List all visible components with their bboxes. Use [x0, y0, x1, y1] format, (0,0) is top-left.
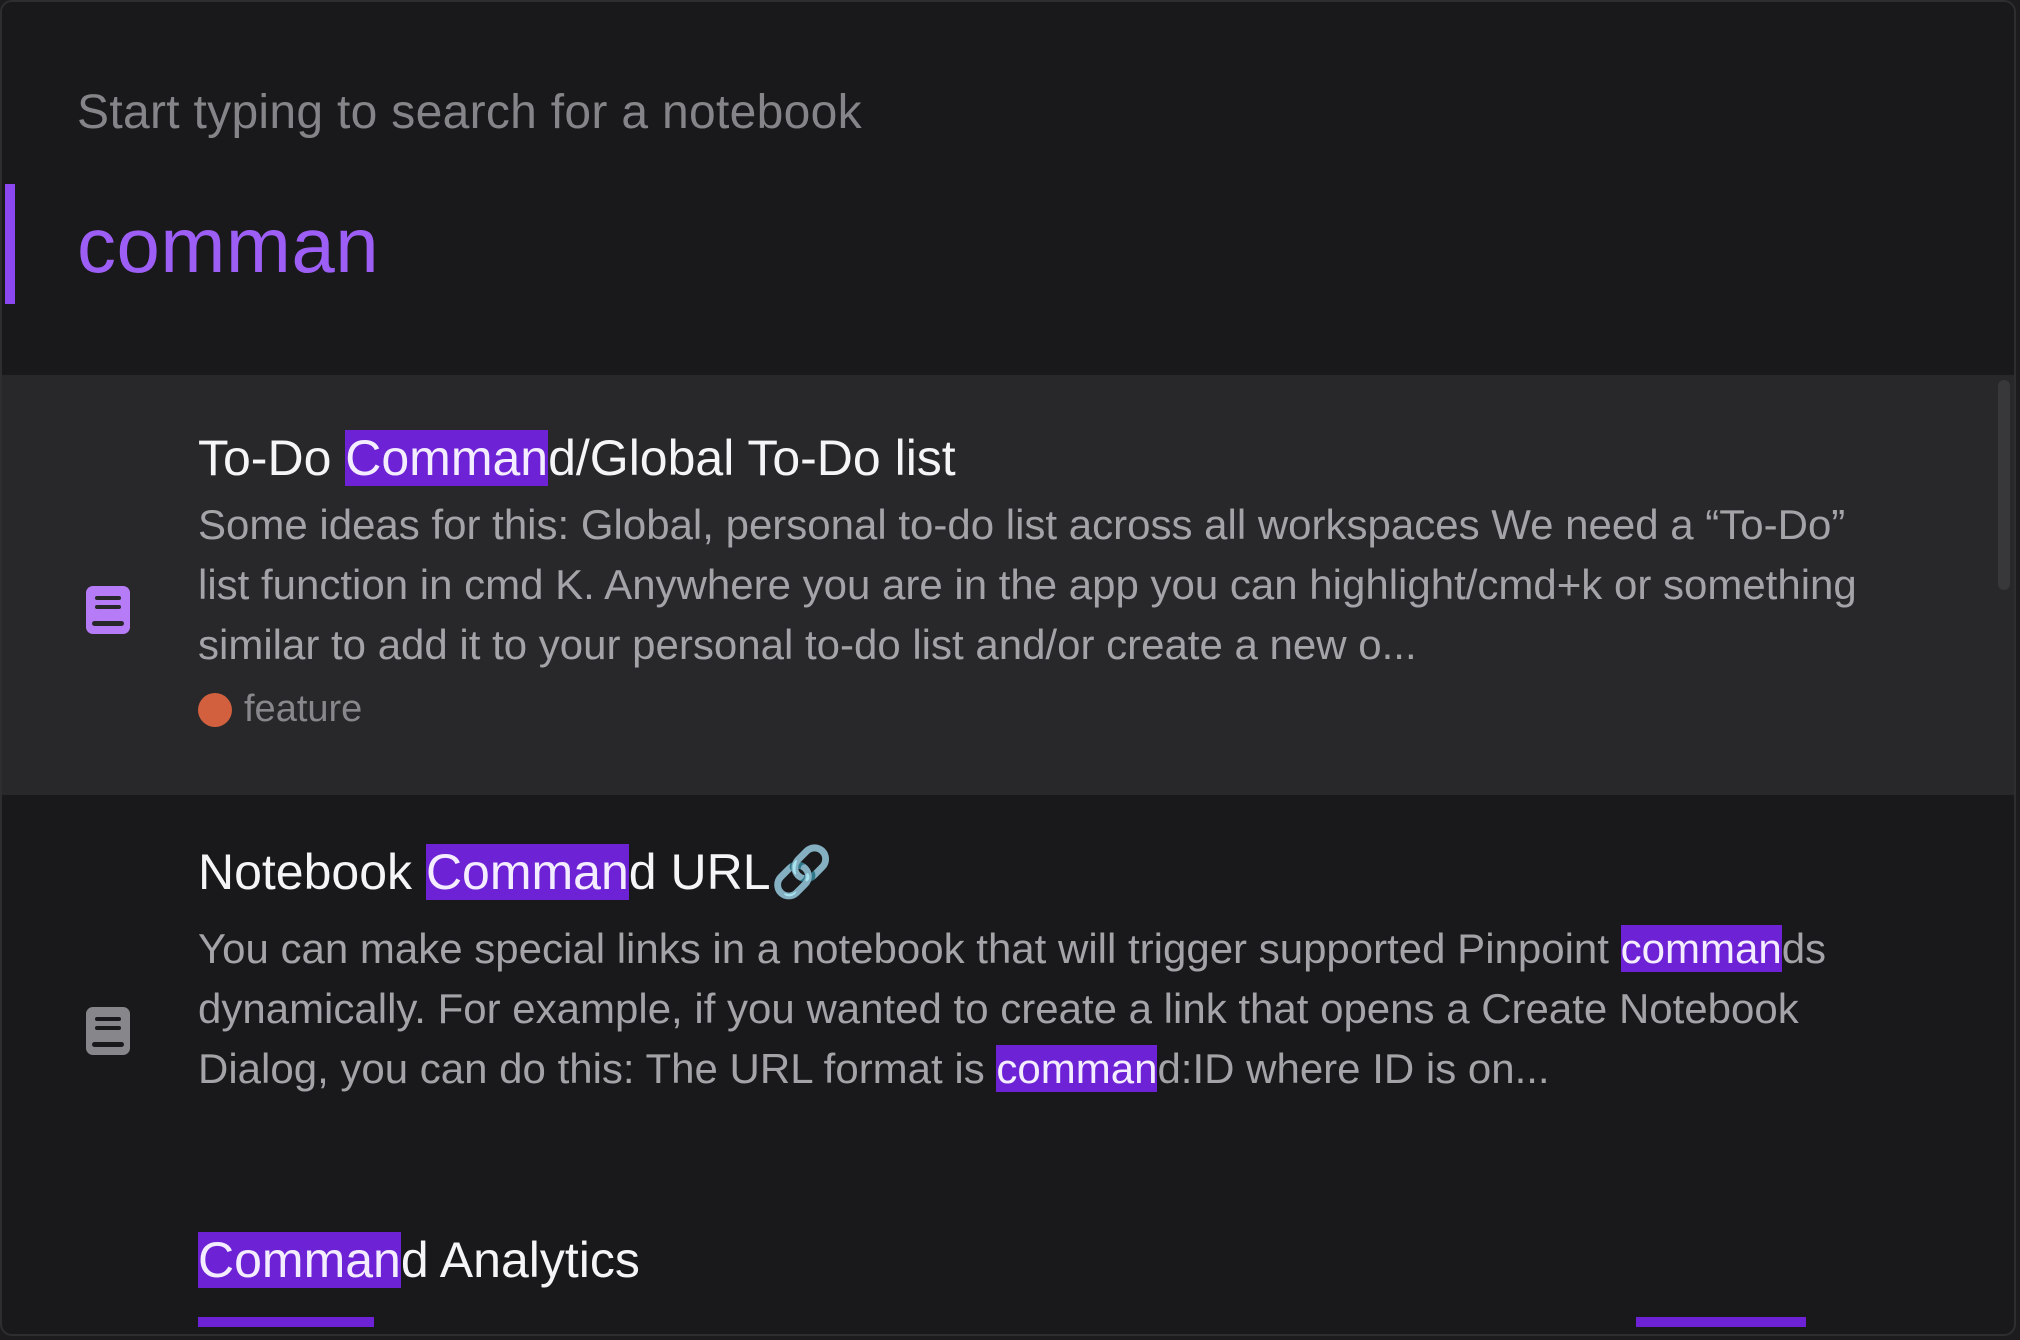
snippet-text: You can make special links in a notebook… — [198, 925, 1621, 972]
notebook-icon — [86, 586, 130, 634]
title-text: d Analytics — [400, 1232, 640, 1288]
title-text: Notebook — [198, 844, 426, 900]
title-match-highlight: Comman — [425, 844, 629, 900]
title-match-highlight: Comman — [198, 1232, 401, 1288]
tag-color-dot — [198, 692, 232, 727]
results-list: To-Do Command/Global To-Do list Some ide… — [2, 375, 2014, 1334]
search-area: Start typing to search for a notebook co… — [2, 2, 2014, 375]
title-match-highlight: Comman — [345, 430, 549, 486]
result-title: Notebook Command URL🔗 — [198, 842, 833, 902]
result-item[interactable]: To-Do Command/Global To-Do list Some ide… — [2, 375, 2014, 795]
result-item[interactable]: Command Analytics — [2, 1195, 2014, 1334]
result-title: Command Analytics — [198, 1230, 640, 1290]
snippet-match-highlight — [198, 1317, 374, 1327]
title-text: d URL🔗 — [628, 844, 833, 900]
title-text: To-Do — [198, 430, 346, 486]
snippet-text: d:ID where ID is on... — [1157, 1045, 1550, 1092]
snippet-match-highlight — [1636, 1317, 1806, 1327]
result-title: To-Do Command/Global To-Do list — [198, 428, 956, 488]
snippet-match-highlight: comman — [1620, 925, 1782, 972]
scrollbar[interactable] — [1998, 380, 2010, 590]
search-placeholder: Start typing to search for a notebook — [77, 86, 862, 139]
tag-label: feature — [244, 688, 363, 730]
result-item[interactable]: Notebook Command URL🔗 You can make speci… — [2, 795, 2014, 1195]
tag-badge: feature — [198, 688, 362, 731]
result-snippet: Some ideas for this: Global, personal to… — [198, 501, 1857, 668]
result-snippet: You can make special links in a notebook… — [198, 919, 1898, 1099]
notebook-icon — [86, 1007, 130, 1055]
search-input[interactable]: comman — [77, 200, 379, 290]
notebook-search-dialog: Start typing to search for a notebook co… — [0, 0, 2016, 1336]
title-text: d/Global To-Do list — [548, 430, 956, 486]
snippet-match-highlight: comman — [996, 1045, 1158, 1092]
search-cursor-bar — [5, 184, 15, 304]
